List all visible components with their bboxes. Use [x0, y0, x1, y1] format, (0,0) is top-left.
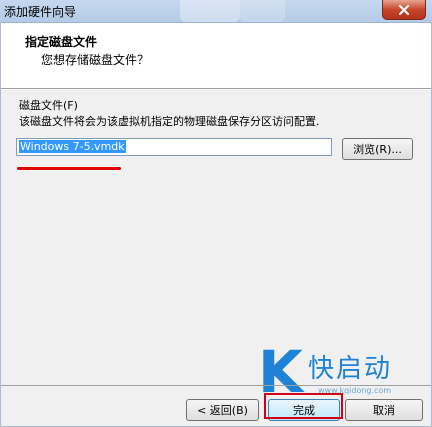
watermark-name: 快启动: [308, 354, 393, 384]
disk-file-description: 该磁盘文件将会为该虚拟机指定的物理磁盘保存分区访问配置.: [19, 115, 320, 128]
browse-button[interactable]: 浏览(R)...: [342, 138, 413, 160]
back-button[interactable]: < 返回(B): [186, 399, 259, 421]
footer-divider: [1, 385, 431, 386]
disk-file-label: 磁盘文件(F): [19, 99, 78, 112]
window-title: 添加硬件向导: [4, 5, 77, 19]
close-button[interactable]: [382, 0, 426, 20]
disk-file-input[interactable]: Windows 7-5.vmdk: [16, 138, 332, 156]
disk-file-value: Windows 7-5.vmdk: [19, 140, 126, 153]
close-icon: [399, 4, 409, 15]
title-bar-glare: [240, 0, 285, 22]
header-divider: [1, 89, 431, 90]
finish-highlight-annotation: [264, 393, 343, 419]
cancel-button[interactable]: 取消: [345, 399, 423, 421]
title-bar-glare: [180, 0, 240, 22]
page-subtitle: 您想存储磁盘文件？: [41, 53, 150, 67]
red-underline-annotation: [17, 167, 121, 170]
wizard-header: 指定磁盘文件 您想存储磁盘文件？: [1, 23, 431, 89]
title-bar: 添加硬件向导: [0, 0, 432, 23]
page-title: 指定磁盘文件: [25, 35, 98, 49]
